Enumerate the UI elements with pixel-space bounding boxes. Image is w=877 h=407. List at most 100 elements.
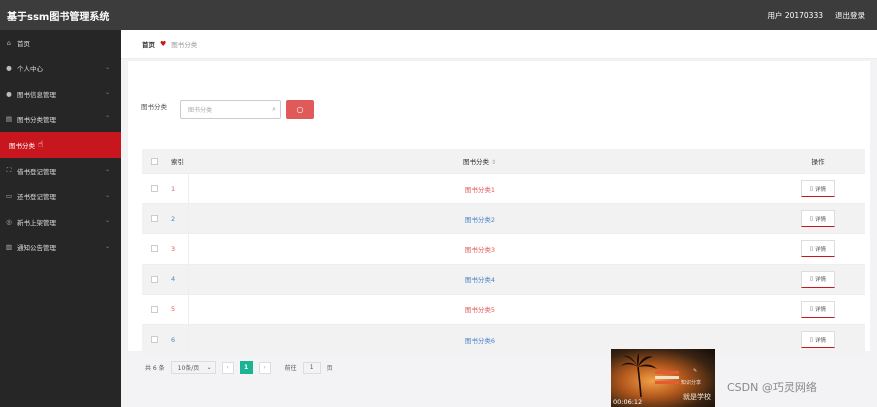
video-caption-big: 就是学校 xyxy=(683,393,711,401)
watermark: CSDN @巧灵网络 xyxy=(727,381,817,394)
current-user: 用户 20170333 xyxy=(767,10,823,20)
sidebar-subitem-category[interactable]: 图书分类 ☝ xyxy=(0,132,121,158)
sidebar-item-return[interactable]: ▭ 还书登记管理 ⌄ xyxy=(0,184,121,210)
search-input[interactable]: 图书分类 ⌕ xyxy=(180,100,281,119)
header-index: 索引 xyxy=(171,158,184,166)
sidebar-item-borrow[interactable]: ⛶ 借书登记管理 ⌄ xyxy=(0,158,121,184)
sidebar-subitem-label: 图书分类 xyxy=(9,142,35,150)
breadcrumb-home[interactable]: 首页 xyxy=(142,39,155,49)
video-timestamp: 00:06:12 xyxy=(613,398,643,406)
top-header: 基于ssm图书管理系统 用户 20170333 退出登录 xyxy=(0,0,877,30)
search-button[interactable]: ○ xyxy=(286,100,314,119)
row-checkbox[interactable] xyxy=(142,245,166,253)
chevron-down-icon: ⌄ xyxy=(104,166,110,173)
table-header: 索引 图书分类 ⇕ 操作 xyxy=(142,149,865,173)
sort-icon[interactable]: ⇕ xyxy=(491,159,496,166)
detail-button[interactable]: ▯ 详情 xyxy=(801,331,835,349)
sidebar-item-new-books[interactable]: ◎ 新书上架管理 ⌄ xyxy=(0,209,121,235)
category-table: 索引 图书分类 ⇕ 操作 1 图书分类1 ▯ 详情 2 图书分类2 ▯ 详情 3… xyxy=(142,149,865,355)
user-icon: ● xyxy=(6,64,12,73)
page-size-select[interactable]: 10条/页 ⌄ xyxy=(170,361,216,374)
sidebar: ⌂ 首页 ● 个人中心 ⌄ ● 图书信息管理 ⌄ ▤ 图书分类管理 ⌃ 图书分类… xyxy=(0,30,121,407)
goto-page-input[interactable]: 1 xyxy=(302,361,321,374)
detail-button[interactable]: ▯ 详情 xyxy=(801,300,835,318)
chevron-down-icon: ⌄ xyxy=(104,89,110,96)
detail-label: 详情 xyxy=(815,186,827,193)
header-user-area: 用户 20170333 退出登录 xyxy=(767,10,865,21)
document-icon: ▯ xyxy=(809,245,813,252)
table-row: 4 图书分类4 ▯ 详情 xyxy=(142,263,865,294)
app-title: 基于ssm图书管理系统 xyxy=(7,11,110,23)
video-thumbnail[interactable]: ✎ 知识分享 就是学校 00:06:12 xyxy=(611,349,715,407)
row-category: 图书分类1 xyxy=(464,185,496,194)
goto-label: 前往 xyxy=(284,365,297,372)
compass-icon: ◎ xyxy=(6,217,12,226)
video-title-graphic xyxy=(655,371,679,385)
row-category: 图书分类2 xyxy=(464,215,496,224)
prev-page-button[interactable]: ‹ xyxy=(221,361,234,374)
pagination-total: 共 6 条 xyxy=(145,365,165,372)
row-index: 1 xyxy=(171,184,176,193)
table-row: 2 图书分类2 ▯ 详情 xyxy=(142,203,865,234)
content-card: 图书分类 图书分类 ⌕ ○ 索引 图书分类⇕ 操作 1 图书分类1 ▯详情 xyxy=(128,61,870,374)
select-all-checkbox[interactable] xyxy=(142,157,166,165)
row-category: 图书分类5 xyxy=(464,306,496,315)
sidebar-item-home[interactable]: ⌂ 首页 xyxy=(0,30,121,56)
row-checkbox[interactable] xyxy=(142,336,166,344)
sidebar-item-label: 图书分类管理 xyxy=(17,116,56,125)
detail-button[interactable]: ▯ 详情 xyxy=(801,210,835,228)
sidebar-item-label: 个人中心 xyxy=(17,65,43,74)
sidebar-item-book-category[interactable]: ▤ 图书分类管理 ⌃ xyxy=(0,107,121,133)
sidebar-item-book-info[interactable]: ● 图书信息管理 ⌄ xyxy=(0,81,121,107)
chevron-down-icon: ⌄ xyxy=(206,364,212,371)
pagination: 共 6 条 10条/页 ⌄ ‹ 1 › 前往 1 页 xyxy=(145,361,333,374)
library-icon: ▤ xyxy=(5,115,13,124)
document-icon: ▯ xyxy=(809,336,813,343)
expand-icon: ⛶ xyxy=(6,166,12,175)
sidebar-item-label: 新书上架管理 xyxy=(17,218,56,227)
row-category: 图书分类6 xyxy=(464,336,496,345)
breadcrumb: 首页 ♥ 图书分类 xyxy=(121,30,877,59)
sidebar-item-profile[interactable]: ● 个人中心 ⌄ xyxy=(0,56,121,82)
current-page-button[interactable]: 1 xyxy=(239,361,253,374)
user-icon: ● xyxy=(6,89,12,98)
header-operation: 操作 xyxy=(811,158,825,166)
sidebar-item-label: 还书登记管理 xyxy=(17,193,56,202)
detail-button[interactable]: ▯ 详情 xyxy=(801,240,835,258)
document-icon: ▯ xyxy=(809,185,813,192)
chevron-left-icon: ‹ xyxy=(226,364,229,371)
row-index: 4 xyxy=(171,275,176,284)
video-caption-small: 知识分享 xyxy=(681,380,702,386)
header-category[interactable]: 图书分类 ⇕ xyxy=(188,156,771,166)
row-index: 6 xyxy=(171,335,176,344)
row-checkbox[interactable] xyxy=(142,215,166,223)
row-index: 5 xyxy=(171,305,176,314)
search-icon: ○ xyxy=(296,105,304,114)
message-icon: ▭ xyxy=(5,192,13,201)
row-category: 图书分类3 xyxy=(464,245,496,254)
detail-label: 详情 xyxy=(815,216,827,223)
sidebar-item-label: 借书登记管理 xyxy=(17,167,56,176)
chevron-down-icon: ⌄ xyxy=(104,242,110,250)
palm-tree-silhouette xyxy=(621,353,657,397)
table-row: 1 图书分类1 ▯ 详情 xyxy=(142,173,865,204)
row-checkbox[interactable] xyxy=(142,275,166,283)
detail-button[interactable]: ▯ 详情 xyxy=(801,180,835,198)
detail-label: 详情 xyxy=(815,246,827,253)
sidebar-item-notices[interactable]: ▥ 通知公告管理 ⌄ xyxy=(0,235,121,261)
detail-button[interactable]: ▯ 详情 xyxy=(801,270,835,288)
detail-label: 详情 xyxy=(815,307,827,314)
row-checkbox[interactable] xyxy=(142,305,166,313)
sidebar-item-label: 首页 xyxy=(17,39,30,48)
table-row: 3 图书分类3 ▯ 详情 xyxy=(142,233,865,264)
home-icon: ⌂ xyxy=(6,38,12,47)
document-icon: ▯ xyxy=(809,276,813,283)
heart-icon: ♥ xyxy=(160,40,167,48)
chevron-down-icon: ⌄ xyxy=(104,217,110,224)
table-row: 6 图书分类6 ▯ 详情 xyxy=(142,323,865,355)
row-checkbox[interactable] xyxy=(142,185,166,193)
chevron-up-icon: ⌃ xyxy=(104,114,110,122)
document-icon: ▯ xyxy=(809,215,813,222)
logout-link[interactable]: 退出登录 xyxy=(835,10,865,21)
next-page-button[interactable]: › xyxy=(258,361,271,374)
